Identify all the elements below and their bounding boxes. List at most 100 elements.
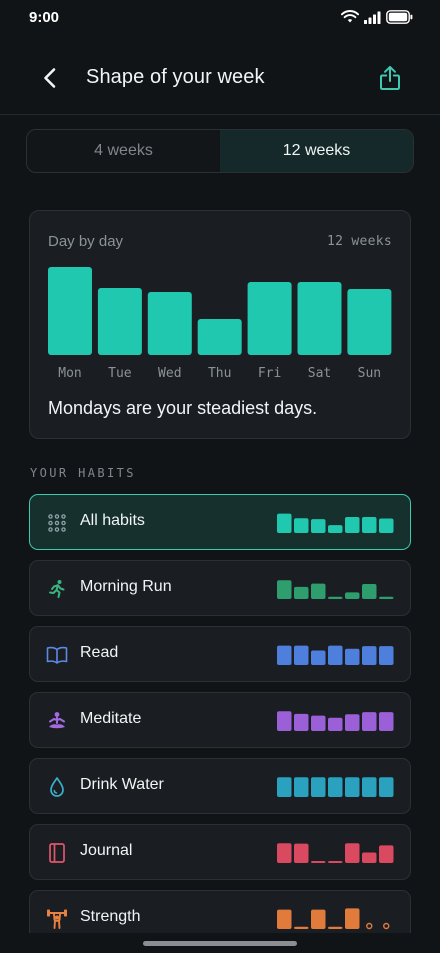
spark-bar-1 bbox=[294, 518, 309, 533]
spark-bar-4 bbox=[345, 648, 360, 665]
spark-bar-4 bbox=[345, 777, 360, 797]
spark-bar-0 bbox=[277, 843, 292, 863]
spark-bar-6 bbox=[379, 518, 394, 533]
insight-text: Mondays are your steadiest days. bbox=[48, 398, 318, 418]
journal-icon bbox=[46, 842, 68, 864]
spark-bar-5 bbox=[362, 584, 377, 599]
habit-row-all-habits[interactable]: All habits bbox=[29, 494, 411, 550]
header-divider bbox=[0, 114, 440, 115]
tick-label-fri: Fri bbox=[258, 366, 281, 381]
habit-row-morning-run[interactable]: Morning Run bbox=[29, 560, 411, 616]
spark-bar-1 bbox=[294, 586, 309, 599]
spark-bar-3 bbox=[328, 777, 343, 797]
status-time: 9:00 bbox=[29, 9, 60, 26]
habit-sparkline bbox=[277, 513, 394, 533]
status-bar: 9:00 bbox=[0, 0, 440, 36]
spark-bar-4 bbox=[345, 843, 360, 863]
habit-row-meditate[interactable]: Meditate bbox=[29, 692, 411, 748]
wifi-icon bbox=[341, 10, 359, 23]
spark-bar-1 bbox=[294, 713, 309, 731]
bar-fri bbox=[247, 282, 292, 355]
spark-bar-2 bbox=[311, 583, 326, 599]
habit-row-read[interactable]: Read bbox=[29, 626, 411, 682]
spark-bar-6 bbox=[379, 845, 394, 863]
bar-thu bbox=[197, 319, 242, 355]
spark-bar-3 bbox=[328, 596, 343, 599]
tick-label-mon: Mon bbox=[58, 366, 81, 381]
spark-bar-6 bbox=[379, 646, 394, 665]
spark-bar-0 bbox=[277, 645, 292, 665]
spark-bar-5 bbox=[362, 516, 377, 533]
top-app-bar: Shape of your week bbox=[0, 56, 440, 102]
spark-bar-3 bbox=[328, 926, 343, 929]
habit-name: Drink Water bbox=[80, 776, 164, 793]
spark-bar-6 bbox=[379, 712, 394, 731]
spark-bar-2 bbox=[311, 519, 326, 533]
status-icons bbox=[341, 10, 413, 24]
spark-bar-0 bbox=[277, 711, 292, 731]
spark-bar-5 bbox=[362, 712, 377, 731]
chevron-left-icon bbox=[44, 68, 56, 88]
habit-sparkline bbox=[277, 580, 394, 599]
tick-label-sat: Sat bbox=[308, 366, 331, 381]
habit-row-drink-water[interactable]: Drink Water bbox=[29, 758, 411, 814]
book-icon bbox=[46, 644, 68, 666]
bar-sun bbox=[347, 289, 392, 355]
spark-bar-1 bbox=[294, 843, 309, 863]
share-button[interactable] bbox=[374, 60, 406, 96]
segment-12-weeks[interactable]: 12 weeks bbox=[220, 130, 413, 172]
back-button[interactable] bbox=[34, 60, 66, 96]
habit-row-journal[interactable]: Journal bbox=[29, 824, 411, 880]
spark-bar-2 bbox=[311, 861, 326, 863]
habit-sparkline bbox=[277, 645, 394, 665]
tick-label-thu: Thu bbox=[208, 366, 231, 381]
habit-sparkline bbox=[277, 908, 390, 930]
water-drop-icon bbox=[46, 776, 68, 798]
spark-bar-1 bbox=[294, 926, 309, 929]
habit-name: Morning Run bbox=[80, 578, 172, 595]
tick-label-tue: Tue bbox=[108, 366, 132, 381]
spark-bar-3 bbox=[328, 525, 343, 533]
spark-bar-4 bbox=[345, 516, 360, 533]
spark-bar-1 bbox=[294, 777, 309, 797]
spark-bar-4 bbox=[345, 592, 360, 599]
spark-bar-6 bbox=[379, 596, 394, 599]
spark-bar-0 bbox=[277, 909, 292, 929]
spark-empty-5 bbox=[366, 922, 373, 930]
spark-empty-6 bbox=[383, 922, 390, 930]
spark-bar-5 bbox=[362, 852, 377, 863]
grid-dots-icon bbox=[46, 512, 68, 534]
spark-bar-0 bbox=[277, 777, 292, 797]
meditation-icon bbox=[46, 710, 68, 732]
habit-name: All habits bbox=[80, 512, 145, 529]
running-icon bbox=[46, 578, 68, 600]
tick-label-wed: Wed bbox=[158, 366, 181, 381]
habits-section-label: YOUR HABITS bbox=[30, 466, 136, 480]
spark-bar-0 bbox=[277, 580, 292, 599]
spark-bar-2 bbox=[311, 650, 326, 665]
spark-bar-4 bbox=[345, 908, 360, 929]
habit-name: Journal bbox=[80, 842, 133, 859]
spark-bar-2 bbox=[311, 715, 326, 731]
share-icon bbox=[380, 66, 400, 90]
bar-sat bbox=[297, 282, 342, 355]
day-by-day-chart: Mon Tue Wed Thu Fri Sat Sun bbox=[48, 267, 392, 381]
bar-mon bbox=[48, 267, 92, 355]
segment-4-weeks[interactable]: 4 weeks bbox=[27, 130, 220, 172]
range-segmented-control: 4 weeks 12 weeks bbox=[26, 129, 414, 173]
home-indicator[interactable] bbox=[143, 941, 297, 946]
habit-sparkline bbox=[277, 711, 394, 731]
habit-name: Meditate bbox=[80, 710, 142, 727]
tick-label-sun: Sun bbox=[358, 366, 381, 381]
spark-bar-4 bbox=[345, 714, 360, 731]
spark-bar-2 bbox=[311, 777, 326, 797]
habit-sparkline bbox=[277, 843, 394, 863]
battery-icon bbox=[386, 10, 413, 24]
spark-bar-2 bbox=[311, 909, 326, 929]
spark-bar-3 bbox=[328, 645, 343, 665]
bar-wed bbox=[147, 292, 192, 355]
spark-bar-5 bbox=[362, 646, 377, 665]
spark-bar-3 bbox=[328, 717, 343, 731]
habit-name: Strength bbox=[80, 908, 141, 925]
day-by-day-card: Day by day 12 weeks Mon Tue Wed Thu Fri Sat Su… bbox=[29, 210, 411, 439]
